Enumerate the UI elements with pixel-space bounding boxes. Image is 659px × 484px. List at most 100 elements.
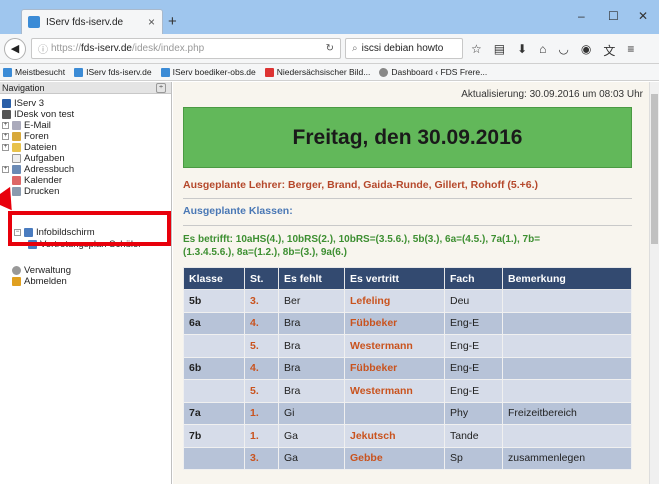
scrollbar-thumb[interactable] bbox=[651, 94, 658, 244]
cell-fach: Deu bbox=[444, 289, 503, 313]
sidebar-item-email[interactable]: + E-Mail bbox=[2, 120, 51, 131]
back-arrow-icon: ◀ bbox=[10, 43, 20, 55]
download-icon[interactable]: ⬇ bbox=[517, 42, 527, 59]
table-row: 3. Ga Gebbe Sp zusammenlegen bbox=[183, 446, 632, 470]
content-scrollbar[interactable] bbox=[649, 82, 659, 484]
cell-klasse: 6b bbox=[183, 356, 245, 380]
cell-stunde: 3. bbox=[244, 446, 279, 470]
cell-bemerkung bbox=[502, 356, 632, 380]
table-row: 5. Bra Westermann Eng-E bbox=[183, 334, 632, 358]
sidebar-item-foren[interactable]: + Foren bbox=[2, 131, 49, 142]
bookmarks-bar: Meistbesucht IServ fds-iserv.de IServ bo… bbox=[0, 64, 659, 81]
cell-klasse: 5b bbox=[183, 289, 245, 313]
column-header-es-vertritt: Es vertritt bbox=[344, 267, 445, 290]
sidebar-item-dateien[interactable]: + Dateien bbox=[2, 142, 57, 153]
reload-icon[interactable]: ↻ bbox=[326, 43, 334, 54]
expand-icon[interactable]: + bbox=[2, 144, 9, 151]
sidebar-item-abmelden[interactable]: Abmelden bbox=[12, 276, 67, 287]
close-window-button[interactable]: ✕ bbox=[638, 9, 648, 23]
cell-es-vertritt: Westermann bbox=[344, 334, 445, 358]
home-icon[interactable]: ⌂ bbox=[539, 42, 546, 59]
bookmark-star-icon[interactable]: ☆ bbox=[471, 42, 482, 59]
minimize-button[interactable]: – bbox=[578, 9, 585, 23]
sidebar-item-iserv[interactable]: IServ 3 bbox=[2, 98, 44, 109]
menu-icon[interactable]: ≡ bbox=[627, 42, 634, 59]
sidebar-item-idesk[interactable]: IDesk von test bbox=[2, 109, 74, 120]
divider bbox=[183, 198, 632, 199]
column-header-bemerkung: Bemerkung bbox=[502, 267, 632, 290]
sidebar-title: Navigation bbox=[2, 82, 45, 93]
absent-teachers: Ausgeplante Lehrer: Berger, Brand, Gaida… bbox=[183, 179, 539, 191]
table-row: 7b 1. Ga Jekutsch Tande bbox=[183, 424, 632, 448]
cell-fach: Tande bbox=[444, 424, 503, 448]
bookmark-meistbesucht[interactable]: Meistbesucht bbox=[3, 67, 65, 77]
cell-bemerkung bbox=[502, 311, 632, 335]
back-button[interactable]: ◀ bbox=[4, 37, 26, 60]
expand-icon[interactable]: + bbox=[2, 166, 9, 173]
sidebar-item-kalender[interactable]: Kalender bbox=[12, 175, 62, 186]
bookmark-boediker-obs[interactable]: IServ boediker-obs.de bbox=[160, 67, 256, 77]
search-text: iscsi debian howto bbox=[361, 43, 444, 54]
table-row: 7a 1. Gi Phy Freizeitbereich bbox=[183, 401, 632, 425]
cell-klasse bbox=[183, 334, 245, 358]
column-header-stunde: St. bbox=[244, 267, 279, 290]
tab-title: IServ fds-iserv.de bbox=[46, 16, 124, 28]
table-row: 6a 4. Bra Fübbeker Eng-E bbox=[183, 311, 632, 335]
update-timestamp: Aktualisierung: 30.09.2016 um 08:03 Uhr bbox=[461, 89, 643, 100]
cell-es-fehlt: Gi bbox=[278, 401, 345, 425]
maximize-button[interactable]: ☐ bbox=[608, 9, 619, 23]
cell-bemerkung bbox=[502, 334, 632, 358]
navigation-toolbar: ◀ ⓘ https:// fds-iserv.de /idesk/index.p… bbox=[0, 34, 659, 64]
search-icon: ⌕ bbox=[352, 43, 358, 54]
sidebar-close-icon[interactable]: ÷ bbox=[156, 82, 166, 93]
iserv-favicon-icon bbox=[160, 67, 170, 77]
cell-fach: Phy bbox=[444, 401, 503, 425]
cell-stunde: 4. bbox=[244, 311, 279, 335]
url-prefix: https:// bbox=[51, 43, 82, 54]
pocket-icon[interactable]: ◡ bbox=[558, 42, 568, 59]
iserv-favicon-icon bbox=[28, 16, 40, 28]
affected-classes: Es betrifft: 10aHS(4.), 10bRS(2.), 10bRS… bbox=[183, 234, 541, 258]
cell-fach: Eng-E bbox=[444, 379, 503, 403]
wordpress-icon bbox=[379, 67, 389, 77]
cell-es-fehlt: Bra bbox=[278, 379, 345, 403]
search-input[interactable]: ⌕ iscsi debian howto bbox=[345, 38, 463, 59]
extension-icon[interactable]: ◉ bbox=[581, 42, 591, 59]
bookmark-dashboard[interactable]: Dashboard ‹ FDS Frere... bbox=[379, 67, 487, 77]
cell-stunde: 4. bbox=[244, 356, 279, 380]
table-row: 5. Bra Westermann Eng-E bbox=[183, 379, 632, 403]
highlight-box bbox=[8, 211, 171, 246]
sidebar-item-adressbuch[interactable]: + Adressbuch bbox=[2, 164, 74, 175]
divider bbox=[183, 225, 632, 226]
folder-icon bbox=[12, 143, 21, 152]
new-tab-button[interactable]: + bbox=[168, 13, 177, 30]
forum-icon bbox=[12, 132, 21, 141]
expand-icon[interactable]: + bbox=[2, 122, 9, 129]
cell-fach: Eng-E bbox=[444, 311, 503, 335]
cell-stunde: 1. bbox=[244, 424, 279, 448]
cell-stunde: 3. bbox=[244, 289, 279, 313]
cell-stunde: 5. bbox=[244, 379, 279, 403]
sidebar-item-verwaltung[interactable]: Verwaltung bbox=[12, 265, 71, 276]
table-header-row: Klasse St. Es fehlt Es vertritt Fach Bem… bbox=[183, 267, 632, 290]
sidebar-item-aufgaben[interactable]: Aufgaben bbox=[12, 153, 65, 164]
cell-bemerkung bbox=[502, 424, 632, 448]
tasks-icon bbox=[12, 154, 21, 163]
main-content: Aktualisierung: 30.09.2016 um 08:03 Uhr … bbox=[173, 82, 659, 484]
bookmark-niedersaechsischer[interactable]: Niedersächsischer Bild... bbox=[264, 67, 370, 77]
absent-classes: Ausgeplante Klassen: bbox=[183, 205, 293, 217]
expand-icon[interactable]: + bbox=[2, 133, 9, 140]
column-header-fach: Fach bbox=[444, 267, 503, 290]
cell-klasse: 7b bbox=[183, 424, 245, 448]
url-path: /idesk/index.php bbox=[131, 43, 205, 54]
clipboard-icon[interactable]: ▤ bbox=[494, 42, 505, 59]
bookmark-fds-iserv[interactable]: IServ fds-iserv.de bbox=[74, 67, 152, 77]
date-banner: Freitag, den 30.09.2016 bbox=[183, 107, 632, 168]
browser-tab[interactable]: IServ fds-iserv.de × bbox=[21, 9, 163, 34]
translate-icon[interactable]: 文 bbox=[603, 42, 615, 59]
tab-close-icon[interactable]: × bbox=[148, 15, 155, 29]
url-bar[interactable]: ⓘ https:// fds-iserv.de /idesk/index.php… bbox=[31, 38, 341, 59]
sidebar-item-drucken[interactable]: Drucken bbox=[12, 186, 59, 197]
column-header-klasse: Klasse bbox=[183, 267, 245, 290]
cell-es-vertritt: Fübbeker bbox=[344, 356, 445, 380]
